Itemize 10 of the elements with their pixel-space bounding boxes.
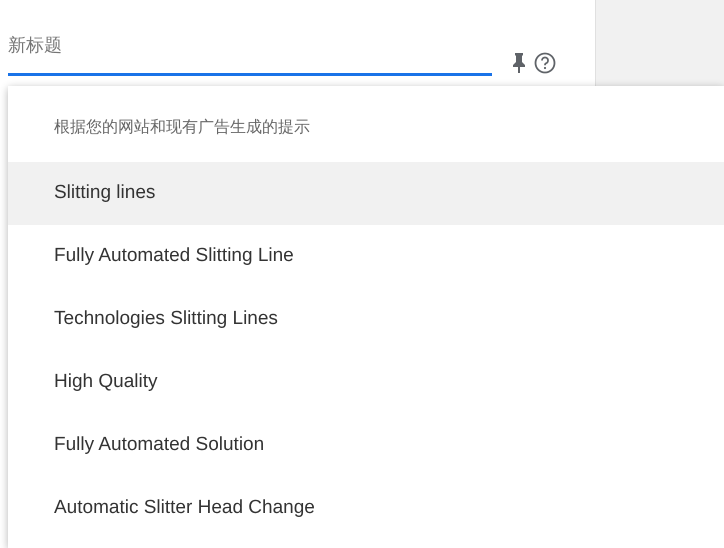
title-field[interactable]: 新标题: [8, 28, 492, 59]
help-icon[interactable]: [534, 52, 556, 74]
suggestion-item[interactable]: Fully Automated Solution: [8, 414, 724, 477]
suggestion-item[interactable]: High Quality: [8, 351, 724, 414]
suggestion-item[interactable]: Automatic Slitter Head Change: [8, 477, 724, 540]
suggestion-item[interactable]: Slitting lines: [8, 162, 724, 225]
suggestion-item[interactable]: Fully Automated Slitting Line: [8, 225, 724, 288]
suggestions-heading: 根据您的网站和现有广告生成的提示: [54, 118, 311, 138]
pin-icon[interactable]: [512, 52, 526, 74]
suggestion-item[interactable]: Technologies Slitting Lines: [8, 288, 724, 351]
